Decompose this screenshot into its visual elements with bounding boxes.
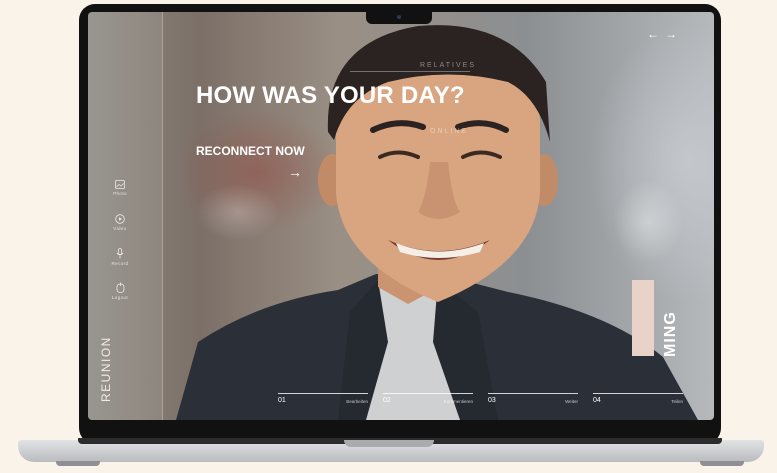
sidebar-item-label: Logout (111, 295, 129, 300)
step-line (488, 393, 578, 394)
app-screen: Photo Video Record Logout REUNION RELATI… (88, 12, 714, 420)
laptop-lip (344, 440, 434, 447)
step-label: Weiter (565, 399, 578, 404)
step-number: 04 (593, 397, 601, 404)
prev-arrow-button[interactable]: ← (647, 27, 659, 41)
logout-icon (116, 282, 124, 293)
step-number: 02 (383, 397, 391, 404)
laptop-foot (56, 461, 100, 466)
next-arrow-button[interactable]: → (665, 27, 677, 41)
ghost-label-middle: ONLINE (430, 128, 469, 135)
step-item[interactable]: 02 Kommentieren (383, 393, 473, 404)
sidebar: Photo Video Record Logout REUNION (88, 12, 163, 420)
step-line (383, 393, 473, 394)
page-title: HOW WAS YOUR DAY? (196, 82, 465, 109)
brand-logo: REUNION (99, 336, 113, 402)
microphone-icon (116, 248, 124, 259)
divider (350, 71, 470, 72)
step-label: Teilen (671, 399, 683, 404)
sidebar-item-label: Video (113, 226, 127, 231)
camera-icon (397, 15, 401, 19)
step-number: 01 (278, 397, 286, 404)
photo-icon (115, 180, 125, 189)
laptop-foot (700, 461, 744, 466)
sidebar-item-label: Photo (113, 191, 127, 196)
reconnect-button[interactable]: RECONNECT NOW (196, 144, 305, 158)
step-label: Bearbeiten (346, 399, 368, 404)
step-label: Kommentieren (443, 399, 473, 404)
sidebar-item-label: Record (111, 261, 129, 266)
ghost-label-top: RELATIVES (420, 62, 476, 69)
portrait-photo (176, 25, 698, 420)
arrow-right-icon[interactable]: → (288, 164, 302, 180)
sidebar-item-record[interactable]: Record (102, 248, 138, 266)
contact-name: MING (662, 311, 679, 357)
camera-notch (366, 12, 432, 24)
sidebar-item-video[interactable]: Video (102, 214, 138, 231)
step-line (593, 393, 683, 394)
step-progress: 01 Bearbeiten 02 Kommentieren 03 Weiter … (278, 393, 698, 411)
step-line (278, 393, 368, 394)
video-icon (115, 214, 125, 224)
carousel-controls: ← → (647, 27, 683, 41)
step-item[interactable]: 01 Bearbeiten (278, 393, 368, 404)
step-number: 03 (488, 397, 496, 404)
step-item[interactable]: 04 Teilen (593, 393, 683, 404)
step-item[interactable]: 03 Weiter (488, 393, 578, 404)
contact-accent-bar (632, 280, 654, 356)
sidebar-item-logout[interactable]: Logout (102, 282, 138, 300)
sidebar-item-photo[interactable]: Photo (102, 180, 138, 196)
